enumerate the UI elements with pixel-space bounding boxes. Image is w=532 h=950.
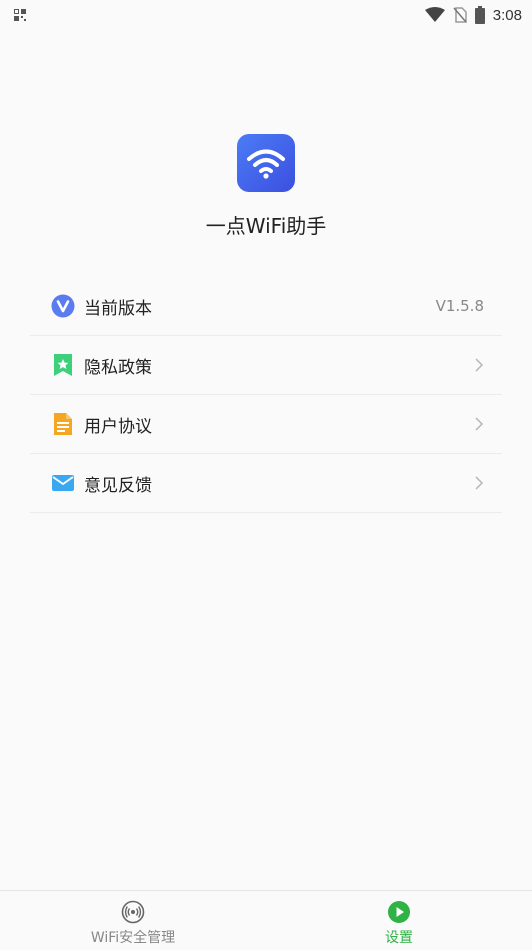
wifi-signal-icon (424, 7, 445, 23)
qr-scan-icon (14, 9, 26, 21)
menu-item-label: 隐私政策 (84, 357, 152, 378)
menu-item-version[interactable]: 当前版本 V1.5.8 (30, 277, 502, 336)
chevron-right-icon (474, 475, 484, 491)
app-name: 一点WiFi助手 (205, 214, 327, 238)
nav-label: WiFi安全管理 (90, 930, 176, 946)
nav-item-settings[interactable]: 设置 (266, 891, 532, 950)
chevron-right-icon (474, 416, 484, 432)
status-time: 3:08 (492, 6, 522, 24)
bookmark-star-icon (51, 353, 75, 377)
menu-item-label: 意见反馈 (84, 475, 152, 496)
bottom-nav: WiFi安全管理 设置 (0, 890, 532, 950)
play-circle-icon (387, 900, 411, 924)
mail-icon (51, 471, 75, 495)
no-sim-icon (453, 7, 467, 23)
settings-menu: 当前版本 V1.5.8 隐私政策 用户协议 意见反馈 (30, 277, 502, 513)
menu-item-label: 用户协议 (84, 416, 152, 437)
menu-item-label: 当前版本 (84, 298, 152, 319)
version-value: V1.5.8 (435, 297, 484, 315)
version-v-icon (51, 294, 75, 318)
menu-item-privacy[interactable]: 隐私政策 (30, 336, 502, 395)
menu-item-user-agreement[interactable]: 用户协议 (30, 395, 502, 454)
document-icon (51, 412, 75, 436)
menu-item-feedback[interactable]: 意见反馈 (30, 454, 502, 513)
chevron-right-icon (474, 357, 484, 373)
nav-item-wifi-security[interactable]: WiFi安全管理 (0, 891, 266, 950)
wifi-logo-icon (237, 134, 295, 192)
broadcast-icon (121, 900, 145, 924)
nav-label: 设置 (385, 930, 413, 946)
status-bar: 3:08 (0, 0, 532, 30)
battery-icon (474, 6, 485, 24)
